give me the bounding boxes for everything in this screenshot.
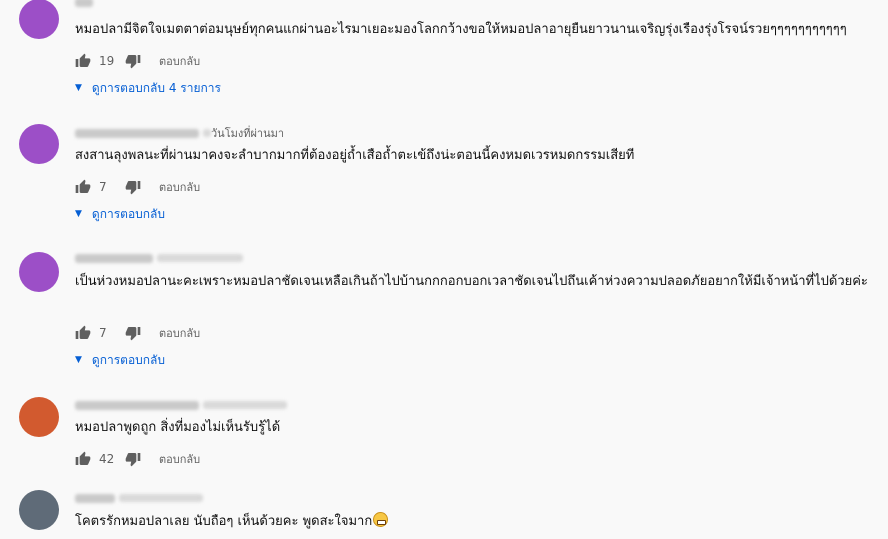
comment-header (75, 397, 287, 413)
comment-toolbar: 42 ตอบกลับ (75, 449, 200, 469)
thumb-down-icon[interactable] (125, 53, 141, 69)
like-count: 7 (99, 326, 107, 340)
reply-button[interactable]: ตอบกลับ (159, 450, 200, 468)
view-replies-button[interactable]: ▼ ดูการตอบกลับ 4 รายการ (75, 78, 221, 98)
view-replies-button[interactable]: ▼ ดูการตอบกลับ (75, 350, 165, 370)
like-count: 42 (99, 452, 115, 466)
like-count: 19 (99, 54, 115, 68)
comment-time[interactable]: วันโมงที่ผ่านมา (211, 124, 284, 142)
time-blurred (203, 129, 211, 137)
comment-text: หมอปลาพูดถูก สิ่งที่มองไม่เห็นรับรู้ได้ (75, 420, 281, 435)
view-replies-button[interactable]: ▼ ดูการตอบกลับ (75, 204, 165, 224)
thumb-up-icon[interactable] (75, 325, 91, 341)
comment-toolbar: 7 ตอบกลับ (75, 323, 200, 343)
view-replies-label: ดูการตอบกลับ (91, 206, 166, 221)
author-name-blurred[interactable] (75, 400, 199, 410)
comment-text-content: โคตรรักหมอปลาเลย นับถือๆ เห็นด้วยคะ พูดส… (75, 514, 373, 529)
time-blurred[interactable] (157, 254, 243, 262)
thumb-up-icon[interactable] (75, 179, 91, 195)
avatar[interactable] (19, 252, 59, 292)
reply-button[interactable]: ตอบกลับ (159, 52, 200, 70)
time-blurred[interactable] (203, 401, 287, 409)
comment-header (75, 250, 243, 266)
author-name-blurred[interactable] (75, 493, 115, 503)
chevron-down-icon: ▼ (75, 83, 82, 93)
comment-header (75, 0, 97, 10)
time-blurred[interactable] (119, 494, 203, 502)
thumb-down-icon[interactable] (125, 451, 141, 467)
thumb-up-icon[interactable] (75, 451, 91, 467)
avatar[interactable] (19, 124, 59, 164)
comment-text: หมอปลามีจิตใจเมตตาต่อมนุษย์ทุกคนแกผ่านอะ… (75, 22, 847, 37)
comment-toolbar: 19 ตอบกลับ (75, 51, 200, 71)
like-count: 7 (99, 180, 107, 194)
thumb-up-icon[interactable] (75, 53, 91, 69)
thumb-down-icon[interactable] (125, 325, 141, 341)
chevron-down-icon: ▼ (75, 209, 82, 219)
reply-button[interactable]: ตอบกลับ (159, 324, 200, 342)
comment-header: วันโมงที่ผ่านมา (75, 125, 284, 141)
reply-button[interactable]: ตอบกลับ (159, 178, 200, 196)
avatar[interactable] (19, 0, 59, 39)
view-replies-label: ดูการตอบกลับ 4 รายการ (91, 80, 221, 95)
comment-toolbar: 7 ตอบกลับ (75, 177, 200, 197)
avatar[interactable] (19, 490, 59, 530)
author-name-blurred[interactable] (75, 0, 93, 7)
comment-text: โคตรรักหมอปลาเลย นับถือๆ เห็นด้วยคะ พูดส… (75, 512, 875, 532)
author-name-blurred[interactable] (75, 128, 199, 138)
comment-text: เป็นห่วงหมอปลานะคะเพราะหมอปลาชัดเจนเหลือ… (75, 274, 868, 289)
view-replies-label: ดูการตอบกลับ (91, 352, 166, 367)
thumb-down-icon[interactable] (125, 179, 141, 195)
comment-header (75, 490, 203, 506)
chevron-down-icon: ▼ (75, 355, 82, 365)
author-name-blurred[interactable] (75, 253, 153, 263)
comment-text: สงสานลุงพลนะที่ผ่านมาคงจะลำบากมากที่ต้อง… (75, 148, 635, 163)
grinning-face-emoji (373, 512, 389, 527)
avatar[interactable] (19, 397, 59, 437)
